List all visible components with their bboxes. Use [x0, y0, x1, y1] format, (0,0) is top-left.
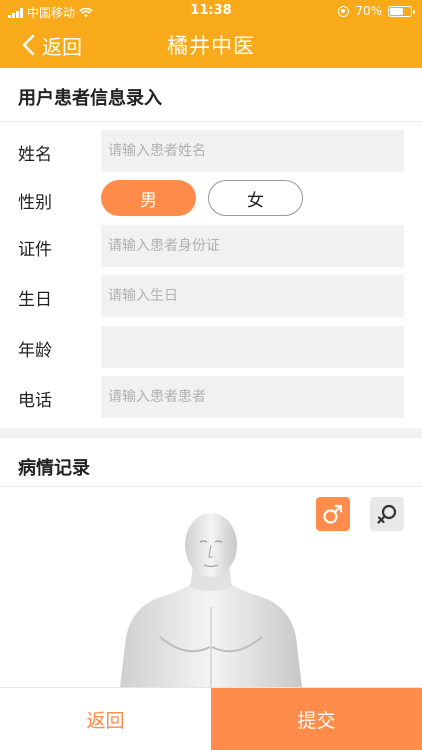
record-section-title: 病情记录	[18, 458, 90, 479]
name-input[interactable]	[101, 130, 404, 172]
top-bar: 中国移动 11:38 70% 返回 橘井中医	[0, 0, 422, 68]
gender-row: 性别 男 女	[0, 178, 422, 220]
male-model-button[interactable]	[316, 497, 350, 531]
id-card-input[interactable]	[101, 225, 404, 267]
patient-section-header: 用户患者信息录入	[0, 68, 422, 122]
age-row: 年龄	[0, 326, 422, 368]
female-model-button[interactable]	[370, 497, 404, 531]
birthday-label: 生日	[18, 290, 52, 310]
birthday-input[interactable]	[101, 275, 404, 317]
male-body-model[interactable]	[0, 487, 422, 687]
section-divider	[0, 428, 422, 438]
record-section-header: 病情记录	[0, 438, 422, 487]
footer-back-button[interactable]: 返回	[0, 688, 211, 750]
birthday-row: 生日	[0, 275, 422, 317]
status-bar: 中国移动 11:38 70%	[0, 0, 422, 22]
id-card-row: 证件	[0, 225, 422, 267]
submit-button[interactable]: 提交	[211, 688, 422, 750]
phone-input[interactable]	[101, 376, 404, 418]
body-model-area[interactable]	[0, 487, 422, 687]
phone-row: 电话	[0, 376, 422, 418]
nav-bar: 返回 橘井中医	[0, 22, 422, 68]
page-title: 橘井中医	[167, 34, 255, 58]
phone-label: 电话	[18, 391, 52, 411]
battery-icon	[388, 5, 415, 17]
id-card-label: 证件	[18, 240, 52, 260]
age-input[interactable]	[101, 326, 404, 368]
name-label: 姓名	[18, 145, 52, 165]
patient-section-title: 用户患者信息录入	[18, 88, 162, 109]
gender-label: 性别	[18, 193, 52, 213]
gender-male-button[interactable]: 男	[101, 180, 196, 216]
name-row: 姓名	[0, 130, 422, 172]
male-symbol-icon	[323, 504, 343, 524]
footer-bar: 返回 提交	[0, 687, 422, 750]
app-screen: 中国移动 11:38 70% 返回 橘井中医 用户患者信息录入 姓名 请输入患者…	[0, 0, 422, 750]
battery-fill	[390, 7, 404, 15]
battery-percent: 70%	[355, 4, 382, 18]
gender-female-button[interactable]: 女	[208, 180, 303, 216]
age-label: 年龄	[18, 341, 52, 361]
orientation-lock-icon	[338, 5, 350, 17]
female-symbol-icon	[377, 504, 397, 524]
